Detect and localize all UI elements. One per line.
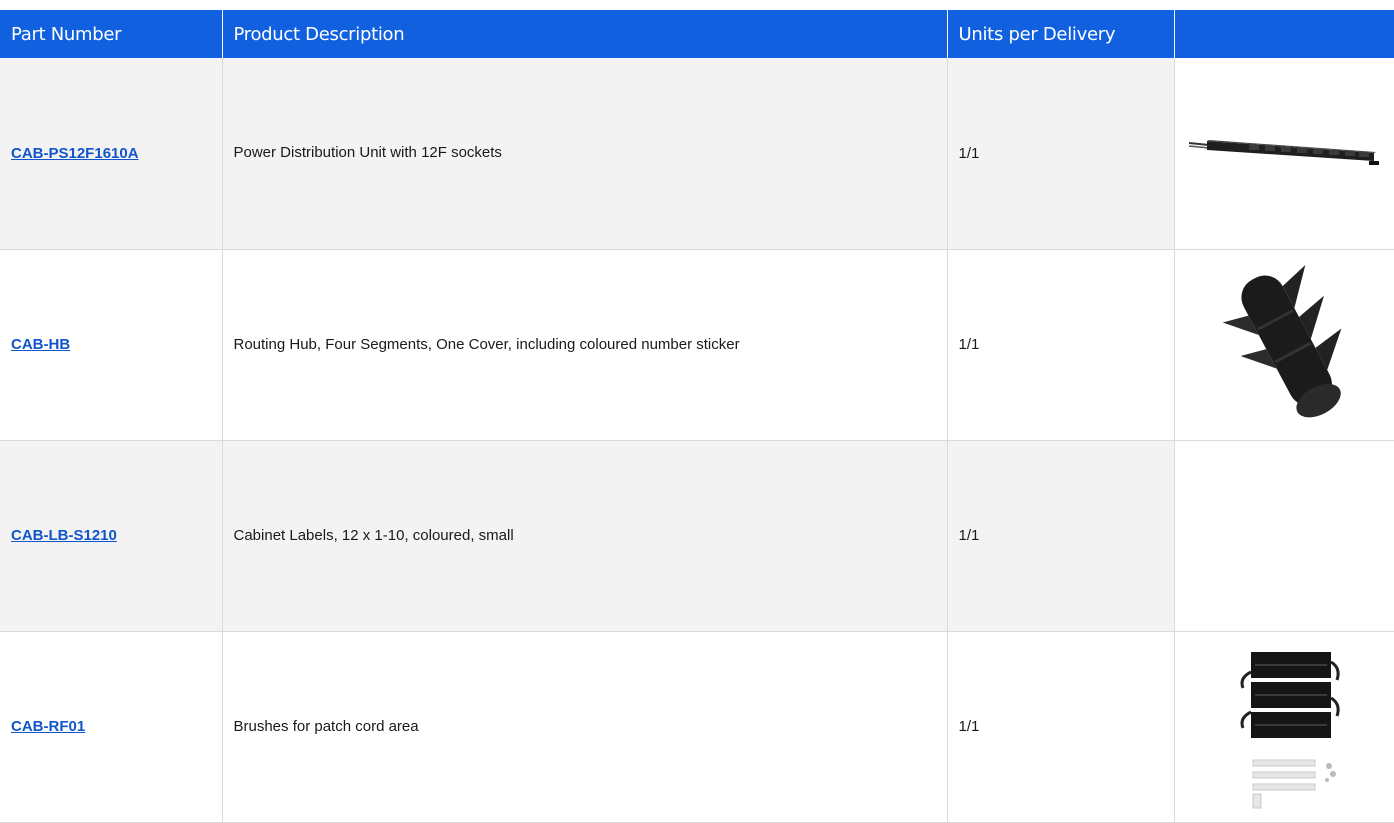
units-cell: 1/1 <box>947 440 1175 632</box>
power-distribution-unit-image <box>1189 140 1379 166</box>
description-cell: Cabinet Labels, 12 x 1-10, coloured, sma… <box>222 440 948 632</box>
image-cell <box>1174 58 1394 250</box>
table-row: CAB-LB-S1210 Cabinet Labels, 12 x 1-10, … <box>0 440 1394 632</box>
product-description: Power Distribution Unit with 12F sockets <box>233 144 502 162</box>
product-table: Part Number Product Description Units pe… <box>0 10 1394 823</box>
table-header-row: Part Number Product Description Units pe… <box>0 10 1394 58</box>
image-cell <box>1174 249 1394 441</box>
header-part-number: Part Number <box>0 10 223 58</box>
table-row: CAB-PS12F1610A Power Distribution Unit w… <box>0 58 1394 250</box>
part-number-cell: CAB-PS12F1610A <box>0 58 223 250</box>
routing-hub-image <box>1222 264 1342 417</box>
part-number-link[interactable]: CAB-RF01 <box>11 718 85 735</box>
product-table-container: Part Number Product Description Units pe… <box>0 0 1394 823</box>
units-per-delivery: 1/1 <box>958 718 980 735</box>
header-units-per-delivery: Units per Delivery <box>947 10 1175 58</box>
part-number-link[interactable]: CAB-HB <box>11 336 70 353</box>
part-number-cell: CAB-HB <box>0 249 223 441</box>
table-row: CAB-HB Routing Hub, Four Segments, One C… <box>0 249 1394 441</box>
description-cell: Brushes for patch cord area <box>222 631 948 823</box>
description-cell: Routing Hub, Four Segments, One Cover, i… <box>222 249 948 441</box>
table-row: CAB-RF01 Brushes for patch cord area 1/1 <box>0 631 1394 823</box>
units-cell: 1/1 <box>947 58 1175 250</box>
part-number-link[interactable]: CAB-LB-S1210 <box>11 527 117 544</box>
product-description: Routing Hub, Four Segments, One Cover, i… <box>233 335 740 353</box>
product-description: Cabinet Labels, 12 x 1-10, coloured, sma… <box>233 526 514 544</box>
patch-cord-brushes-image <box>1240 651 1340 808</box>
units-per-delivery: 1/1 <box>958 336 980 353</box>
product-description: Brushes for patch cord area <box>233 717 419 735</box>
image-cell <box>1174 631 1394 823</box>
units-per-delivery: 1/1 <box>958 144 980 162</box>
units-cell: 1/1 <box>947 631 1175 823</box>
part-number-link[interactable]: CAB-PS12F1610A <box>11 145 139 162</box>
header-image <box>1174 10 1394 58</box>
units-per-delivery: 1/1 <box>958 527 980 544</box>
units-cell: 1/1 <box>947 249 1175 441</box>
part-number-cell: CAB-RF01 <box>0 631 223 823</box>
image-cell <box>1174 440 1394 632</box>
part-number-cell: CAB-LB-S1210 <box>0 440 223 632</box>
description-cell: Power Distribution Unit with 12F sockets <box>222 58 948 250</box>
header-product-description: Product Description <box>222 10 948 58</box>
